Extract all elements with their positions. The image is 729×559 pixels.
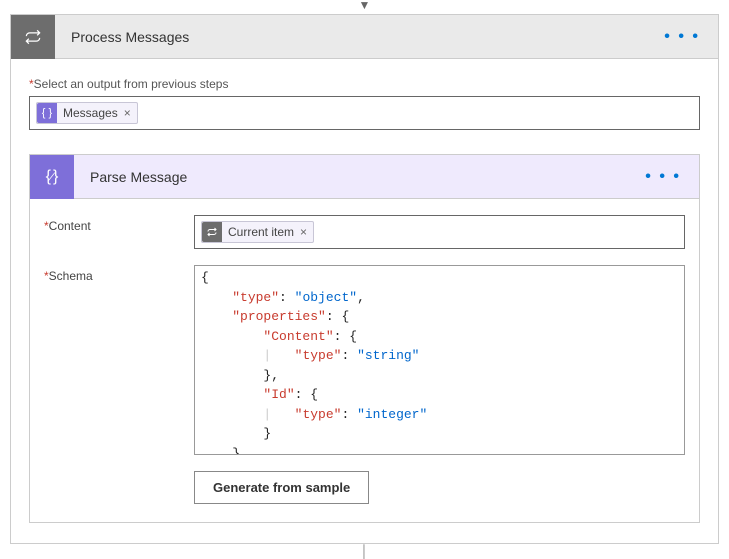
- process-messages-title: Process Messages: [55, 29, 646, 45]
- process-messages-body: *Select an output from previous steps { …: [11, 59, 718, 543]
- content-label: *Content: [44, 215, 194, 233]
- flow-connector-bottom: │: [0, 544, 729, 556]
- loop-small-icon: [202, 222, 222, 242]
- output-select-input[interactable]: { } Messages ×: [29, 96, 700, 130]
- token-remove-icon[interactable]: ×: [300, 225, 307, 239]
- parse-message-body: *Content Current item ×: [30, 199, 699, 522]
- token-label: Messages: [63, 106, 118, 120]
- generate-row: Generate from sample: [44, 471, 685, 504]
- brackets-icon: { }: [37, 103, 57, 123]
- flow-arrow-top: ▼: [0, 0, 729, 14]
- output-select-label: *Select an output from previous steps: [29, 77, 700, 91]
- schema-editor[interactable]: { "type": "object", "properties": { "Con…: [194, 265, 685, 455]
- token-remove-icon[interactable]: ×: [124, 106, 131, 120]
- generate-from-sample-button[interactable]: Generate from sample: [194, 471, 369, 504]
- content-input[interactable]: Current item ×: [194, 215, 685, 249]
- parse-message-header[interactable]: {⁄} Parse Message • • •: [30, 155, 699, 199]
- schema-label: *Schema: [44, 265, 194, 283]
- loop-icon: [11, 15, 55, 59]
- parse-message-menu-button[interactable]: • • •: [627, 168, 699, 186]
- process-messages-card: Process Messages • • • *Select an output…: [10, 14, 719, 544]
- parse-message-title: Parse Message: [74, 169, 627, 185]
- schema-code[interactable]: { "type": "object", "properties": { "Con…: [195, 266, 684, 455]
- parse-message-card: {⁄} Parse Message • • • *Content: [29, 154, 700, 523]
- parse-icon: {⁄}: [30, 155, 74, 199]
- process-messages-header[interactable]: Process Messages • • •: [11, 15, 718, 59]
- token-messages[interactable]: { } Messages ×: [36, 102, 138, 124]
- content-row: *Content Current item ×: [44, 215, 685, 249]
- schema-row: *Schema { "type": "object", "properties"…: [44, 265, 685, 455]
- token-current-item[interactable]: Current item ×: [201, 221, 314, 243]
- process-messages-menu-button[interactable]: • • •: [646, 28, 718, 46]
- token-label: Current item: [228, 225, 294, 239]
